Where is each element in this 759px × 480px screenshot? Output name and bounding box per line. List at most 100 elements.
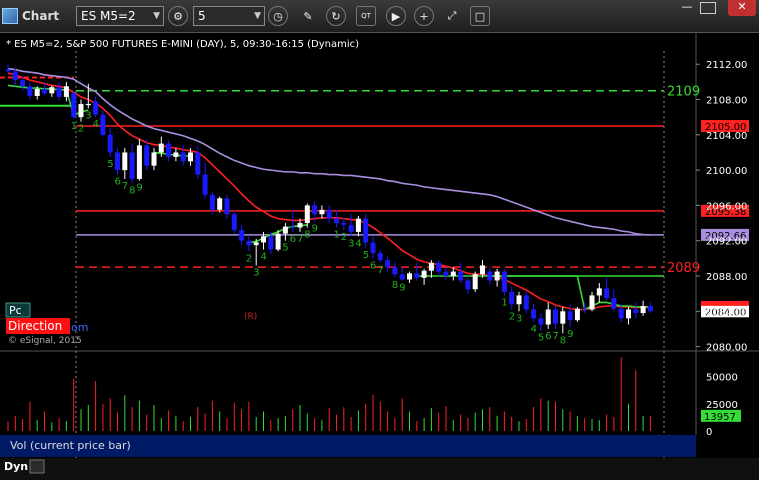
candle-body	[122, 152, 128, 171]
volume-tick-label: 50000	[706, 373, 738, 384]
y-tick-label: 2092.00	[706, 237, 747, 248]
y-tick-label: 2112.00	[706, 60, 747, 71]
y-tick-label: 2108.00	[706, 96, 747, 107]
y-tick-label: 2088.00	[706, 272, 747, 283]
app-label-text: Chart	[22, 9, 60, 23]
add-study-icon[interactable]: +	[414, 6, 434, 26]
clock-icon[interactable]: ◷	[268, 6, 288, 26]
count-label: 7	[553, 331, 559, 342]
candle-body	[304, 205, 310, 224]
candle-body	[567, 311, 573, 321]
candle-body	[626, 309, 631, 319]
pc-label: Pc	[9, 304, 22, 317]
candle-body	[589, 295, 595, 310]
interval-combo[interactable]: 5 ▼	[193, 6, 265, 26]
direction-label: Direction	[8, 319, 62, 333]
count-label: 2	[246, 253, 252, 264]
candle-body	[275, 233, 281, 250]
refresh-icon[interactable]: ↻	[326, 6, 346, 26]
count-label: 2	[341, 232, 347, 243]
count-label: 8	[304, 229, 310, 240]
candle-body	[604, 288, 610, 299]
count-label: 7	[122, 181, 128, 192]
candle-body	[217, 198, 223, 210]
candle-body	[363, 218, 369, 243]
candle-body	[472, 274, 478, 290]
candle-body	[428, 262, 434, 271]
count-label: 1	[501, 297, 507, 308]
r-marker: (R)	[244, 312, 257, 322]
count-label: 3	[253, 267, 259, 278]
candle-body	[633, 309, 639, 314]
candle-body	[85, 103, 91, 106]
candle-body	[334, 218, 339, 224]
count-label: 3	[348, 238, 354, 249]
y-tick-label: 2104.00	[706, 131, 747, 142]
close-button[interactable]: ✕	[728, 0, 756, 16]
candle-body	[501, 271, 507, 292]
y-tick-label: 2100.00	[706, 166, 747, 177]
y-tick-label: 2096.00	[706, 201, 747, 212]
app-label[interactable]: Chart	[2, 0, 59, 32]
candle-body	[297, 223, 303, 228]
candle-body	[377, 253, 383, 261]
candle-body	[136, 145, 142, 179]
restore-button[interactable]	[700, 2, 716, 14]
interval-value: 5	[198, 9, 206, 23]
candle-body	[195, 152, 201, 175]
play-icon[interactable]: ▶	[386, 6, 406, 26]
candle-body	[414, 273, 420, 278]
minimize-button[interactable]: —	[676, 0, 698, 16]
pencil-icon[interactable]: ✎	[298, 6, 318, 26]
candle-body	[458, 271, 464, 281]
chart-app-icon	[2, 8, 18, 24]
candle-body	[231, 214, 237, 231]
count-label: 4	[355, 238, 361, 249]
chart-area[interactable]: 210920892105.002095.382092.662084.00 231…	[0, 33, 759, 480]
candle-body	[436, 262, 442, 272]
candle-body	[27, 86, 33, 96]
candle-body	[209, 194, 215, 210]
zoom-icon[interactable]	[29, 459, 45, 474]
cursor-icon[interactable]: ⤢	[442, 6, 462, 26]
candle-body	[553, 309, 558, 324]
candle-body	[574, 308, 580, 321]
candle-body	[166, 143, 172, 157]
candle-body	[596, 288, 602, 296]
toolbar: Chart ES M5=2 ▼ ⚙ 5 ▼ ◷ ✎ ↻ QT ▶ + ⤢ □ —…	[0, 0, 759, 33]
candle-body	[290, 226, 296, 228]
candle-body	[93, 101, 99, 115]
candle-body	[341, 223, 347, 225]
count-label: 6	[545, 331, 551, 342]
count-label: 5	[363, 250, 369, 261]
symbol-combo[interactable]: ES M5=2 ▼	[76, 6, 164, 26]
candle-body	[494, 271, 500, 281]
candle-body	[20, 80, 26, 87]
candle-body	[538, 318, 544, 325]
candle-body	[78, 103, 84, 118]
candle-body	[531, 309, 537, 319]
candle-body	[188, 152, 193, 162]
direction-tail: om	[71, 321, 88, 334]
dyn-label[interactable]: Dyn	[4, 460, 28, 473]
quote-icon[interactable]: QT	[356, 6, 376, 26]
candle-body	[348, 224, 354, 232]
count-label: 8	[560, 335, 566, 346]
candle-body	[239, 230, 245, 241]
candle-body	[56, 87, 62, 97]
link-color-icon[interactable]: ⚙	[168, 6, 188, 26]
count-label: 8	[129, 185, 135, 196]
count-label: 7	[297, 234, 303, 245]
chat-icon[interactable]: □	[470, 6, 490, 26]
candle-body	[611, 298, 617, 309]
candle-body	[443, 271, 449, 276]
candle-body	[647, 306, 653, 312]
candle-body	[12, 71, 18, 81]
count-label: 9	[136, 183, 142, 194]
chevron-down-icon: ▼	[254, 11, 261, 21]
candle-body	[355, 218, 361, 232]
candle-body	[545, 309, 551, 325]
candle-body	[100, 114, 106, 135]
count-label: 6	[370, 260, 376, 271]
count-label: 5	[282, 243, 288, 254]
